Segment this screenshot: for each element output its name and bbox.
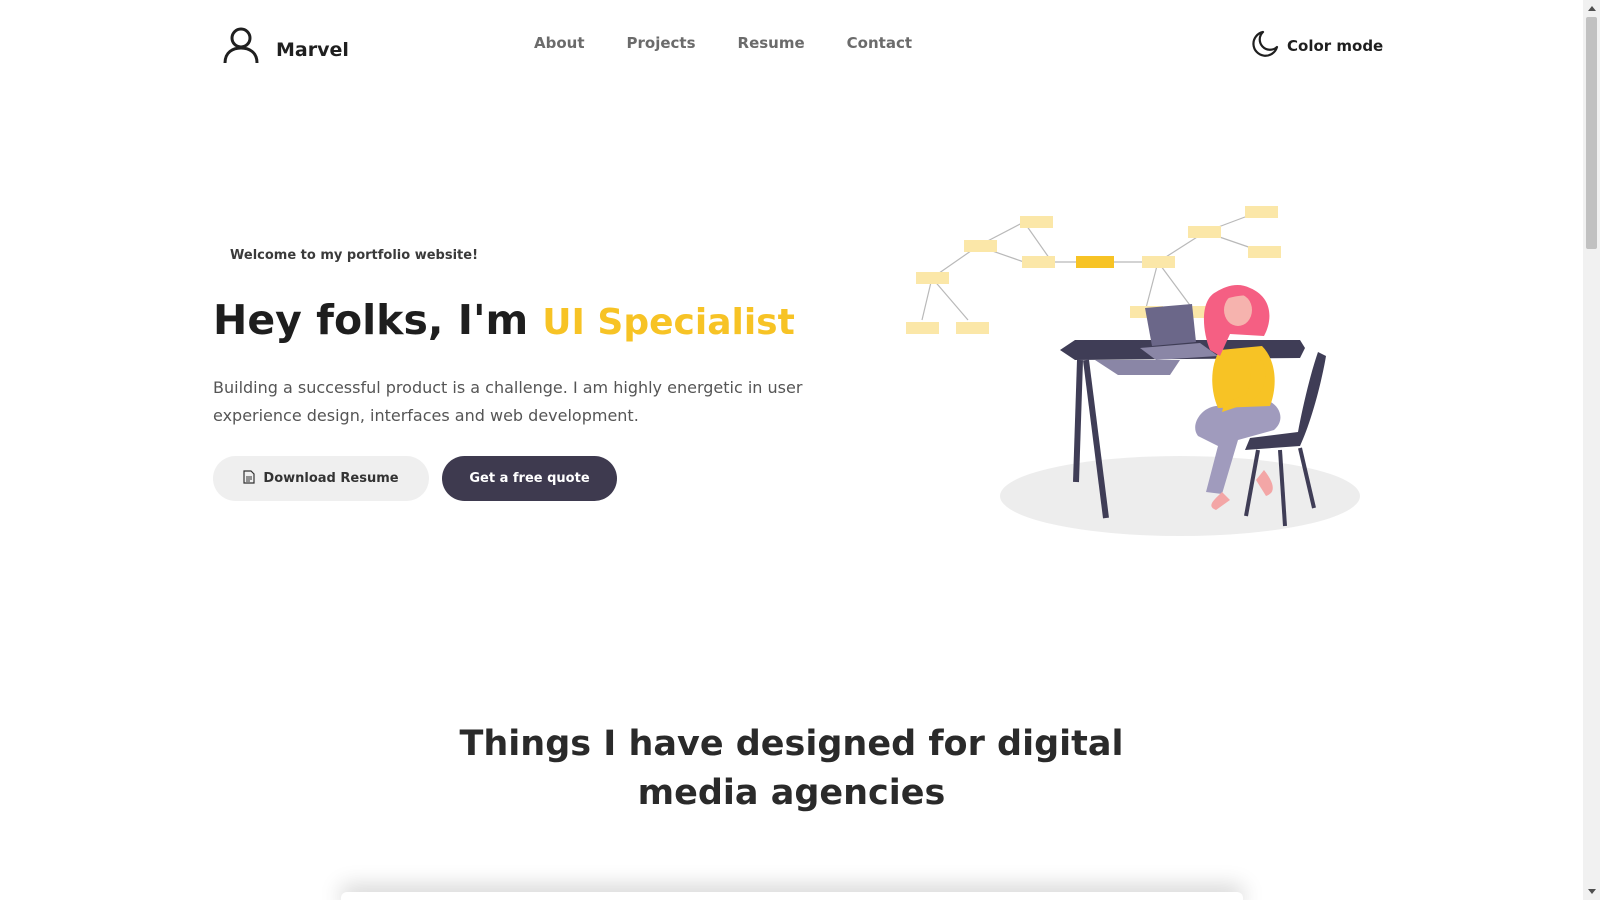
section-title-line1: Things I have designed for digital bbox=[459, 724, 1124, 764]
hero-illustration bbox=[900, 200, 1380, 550]
scroll-up-arrow-icon[interactable] bbox=[1583, 0, 1600, 17]
free-quote-button[interactable]: Get a free quote bbox=[442, 456, 617, 501]
hero-description: Building a successful product is a chall… bbox=[213, 378, 803, 425]
hero-headline: Hey folks, I'm UI Specialist bbox=[213, 296, 795, 344]
section-title: Things I have designed for digital media… bbox=[380, 720, 1203, 818]
download-resume-label: Download Resume bbox=[263, 471, 399, 486]
welcome-text: Welcome to my portfolio website! bbox=[230, 248, 478, 263]
section-title-line2: media agencies bbox=[637, 773, 946, 813]
headline-accent: UI Specialist bbox=[542, 302, 795, 343]
project-card bbox=[341, 892, 1243, 900]
hero-section: Welcome to my portfolio website! Hey fol… bbox=[0, 0, 1583, 600]
scrollbar-thumb[interactable] bbox=[1586, 17, 1597, 249]
headline-text: Hey folks, I'm bbox=[213, 296, 529, 344]
download-resume-button[interactable]: Download Resume bbox=[213, 456, 429, 501]
document-icon bbox=[243, 469, 263, 488]
scroll-down-arrow-icon[interactable] bbox=[1583, 883, 1600, 900]
